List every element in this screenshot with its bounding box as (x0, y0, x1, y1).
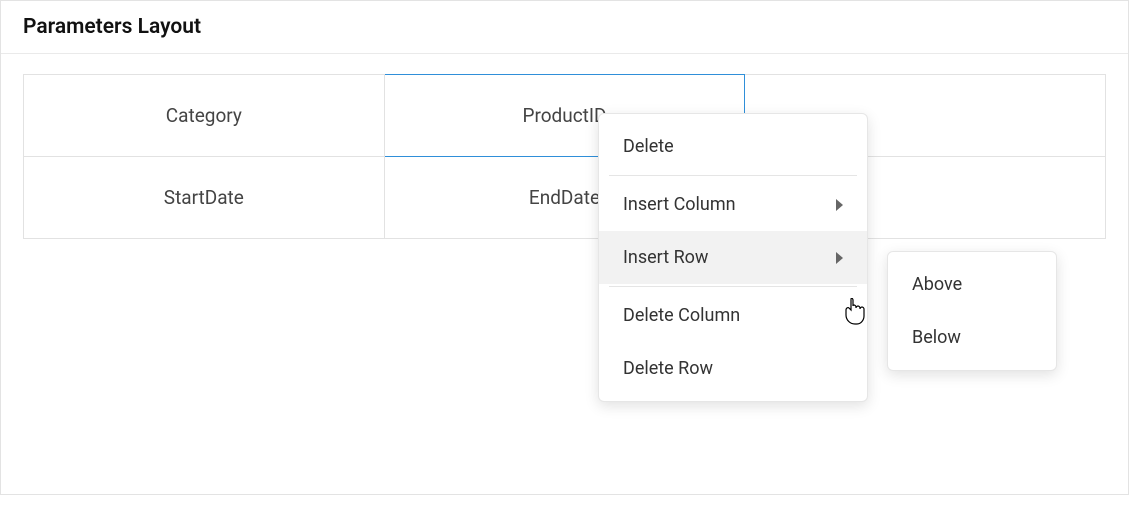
parameters-layout-panel: Parameters Layout Category ProductID Sta… (0, 0, 1129, 495)
menu-item-delete-column[interactable]: Delete Column (599, 289, 867, 342)
grid-cell-category[interactable]: Category (24, 75, 385, 157)
chevron-right-icon (836, 199, 843, 211)
parameters-grid: Category ProductID StartDate EndDate (23, 74, 1106, 239)
menu-item-label: Delete Row (623, 358, 713, 379)
menu-item-label: Below (912, 327, 961, 348)
panel-title: Parameters Layout (1, 1, 1128, 54)
context-menu: Delete Insert Column Insert Row Delete C… (598, 113, 868, 402)
insert-row-submenu: Above Below (887, 251, 1057, 371)
menu-item-label: Insert Row (623, 247, 708, 268)
submenu-item-below[interactable]: Below (888, 311, 1056, 364)
chevron-right-icon (836, 252, 843, 264)
menu-item-label: Above (912, 274, 962, 295)
menu-item-label: Delete Column (623, 305, 740, 326)
panel-body: Category ProductID StartDate EndDate Del… (1, 54, 1128, 494)
menu-item-label: Insert Column (623, 194, 736, 215)
table-row: Category ProductID (24, 75, 1106, 157)
menu-item-label: Delete (623, 136, 674, 157)
menu-divider (609, 175, 857, 176)
menu-item-delete-row[interactable]: Delete Row (599, 342, 867, 395)
menu-item-insert-column[interactable]: Insert Column (599, 178, 867, 231)
menu-item-delete[interactable]: Delete (599, 120, 867, 173)
table-row: StartDate EndDate (24, 157, 1106, 239)
menu-divider (609, 286, 857, 287)
submenu-item-above[interactable]: Above (888, 258, 1056, 311)
grid-cell-startdate[interactable]: StartDate (24, 157, 385, 239)
menu-item-insert-row[interactable]: Insert Row (599, 231, 867, 284)
